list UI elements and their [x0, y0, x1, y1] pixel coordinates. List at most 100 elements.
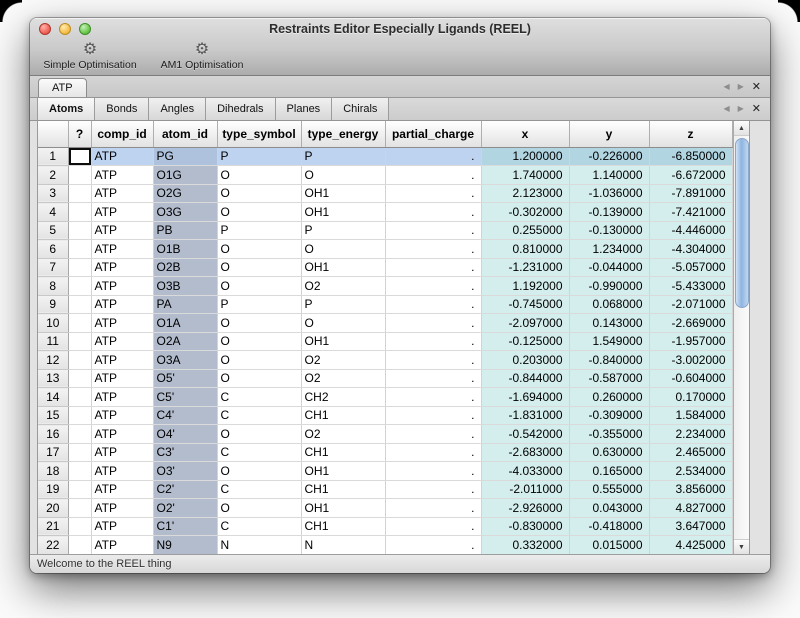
row-number[interactable]: 20: [38, 499, 68, 518]
cell-type_symbol[interactable]: O: [217, 277, 301, 296]
cell-z[interactable]: -7.421000: [649, 203, 732, 222]
cell-x[interactable]: 0.203000: [481, 351, 569, 370]
cell-y[interactable]: -0.587000: [569, 369, 649, 388]
cell-comp_id[interactable]: ATP: [91, 166, 153, 185]
column-header-type_energy[interactable]: type_energy: [301, 121, 385, 147]
cell-x[interactable]: 1.740000: [481, 166, 569, 185]
cell-x[interactable]: -2.011000: [481, 480, 569, 499]
cell-partial_charge[interactable]: .: [385, 277, 481, 296]
column-header-q[interactable]: ?: [68, 121, 91, 147]
cell-type_energy[interactable]: OH1: [301, 462, 385, 481]
row-number[interactable]: 14: [38, 388, 68, 407]
cell-y[interactable]: -0.840000: [569, 351, 649, 370]
cell-type_symbol[interactable]: C: [217, 517, 301, 536]
cell-z[interactable]: -0.604000: [649, 369, 732, 388]
cell-y[interactable]: 0.068000: [569, 295, 649, 314]
cell-type_symbol[interactable]: C: [217, 406, 301, 425]
cell-y[interactable]: -0.139000: [569, 203, 649, 222]
close-window-button[interactable]: [39, 23, 51, 35]
cell-q[interactable]: [68, 499, 91, 518]
cell-atom_id[interactable]: O3': [153, 462, 217, 481]
cell-atom_id[interactable]: O3G: [153, 203, 217, 222]
cell-comp_id[interactable]: ATP: [91, 184, 153, 203]
close-tab-icon[interactable]: ✕: [752, 81, 761, 93]
cell-q[interactable]: [68, 388, 91, 407]
cell-z[interactable]: 3.856000: [649, 480, 732, 499]
cell-type_symbol[interactable]: O: [217, 425, 301, 444]
row-number[interactable]: 6: [38, 240, 68, 259]
row-number[interactable]: 19: [38, 480, 68, 499]
cell-y[interactable]: 1.549000: [569, 332, 649, 351]
cell-z[interactable]: 1.584000: [649, 406, 732, 425]
cell-partial_charge[interactable]: .: [385, 351, 481, 370]
column-header-y[interactable]: y: [569, 121, 649, 147]
cell-z[interactable]: -7.891000: [649, 184, 732, 203]
cell-y[interactable]: -0.309000: [569, 406, 649, 425]
cell-type_symbol[interactable]: O: [217, 240, 301, 259]
cell-comp_id[interactable]: ATP: [91, 443, 153, 462]
cell-partial_charge[interactable]: .: [385, 536, 481, 555]
cell-atom_id[interactable]: PG: [153, 147, 217, 166]
cell-q[interactable]: [68, 351, 91, 370]
cell-type_energy[interactable]: O: [301, 166, 385, 185]
cell-comp_id[interactable]: ATP: [91, 369, 153, 388]
cell-type_energy[interactable]: OH1: [301, 184, 385, 203]
cell-comp_id[interactable]: ATP: [91, 295, 153, 314]
cell-z[interactable]: 4.425000: [649, 536, 732, 555]
cell-q[interactable]: [68, 517, 91, 536]
cell-atom_id[interactable]: O2A: [153, 332, 217, 351]
cell-partial_charge[interactable]: .: [385, 314, 481, 333]
row-number[interactable]: 1: [38, 147, 68, 166]
cell-z[interactable]: -2.071000: [649, 295, 732, 314]
cell-y[interactable]: 1.140000: [569, 166, 649, 185]
cell-type_symbol[interactable]: O: [217, 184, 301, 203]
cell-type_symbol[interactable]: C: [217, 443, 301, 462]
cell-q[interactable]: [68, 406, 91, 425]
cell-atom_id[interactable]: O2G: [153, 184, 217, 203]
row-number[interactable]: 22: [38, 536, 68, 555]
cell-comp_id[interactable]: ATP: [91, 480, 153, 499]
cell-y[interactable]: 0.630000: [569, 443, 649, 462]
row-number[interactable]: 21: [38, 517, 68, 536]
row-number[interactable]: 12: [38, 351, 68, 370]
cell-y[interactable]: 0.555000: [569, 480, 649, 499]
cell-partial_charge[interactable]: .: [385, 332, 481, 351]
cell-q[interactable]: [68, 425, 91, 444]
row-number[interactable]: 18: [38, 462, 68, 481]
cell-q[interactable]: [68, 332, 91, 351]
tab-dihedrals[interactable]: Dihedrals: [206, 98, 275, 120]
cell-z[interactable]: -4.446000: [649, 221, 732, 240]
cell-x[interactable]: -0.830000: [481, 517, 569, 536]
cell-type_symbol[interactable]: O: [217, 499, 301, 518]
cell-atom_id[interactable]: PA: [153, 295, 217, 314]
cell-type_energy[interactable]: CH2: [301, 388, 385, 407]
cell-comp_id[interactable]: ATP: [91, 332, 153, 351]
cell-atom_id[interactable]: O4': [153, 425, 217, 444]
cell-q[interactable]: [68, 314, 91, 333]
row-number[interactable]: 17: [38, 443, 68, 462]
cell-x[interactable]: -1.694000: [481, 388, 569, 407]
cell-x[interactable]: -2.683000: [481, 443, 569, 462]
cell-type_energy[interactable]: O2: [301, 351, 385, 370]
cell-comp_id[interactable]: ATP: [91, 351, 153, 370]
cell-x[interactable]: 0.255000: [481, 221, 569, 240]
cell-y[interactable]: 1.234000: [569, 240, 649, 259]
column-header-x[interactable]: x: [481, 121, 569, 147]
cell-z[interactable]: -1.957000: [649, 332, 732, 351]
cell-x[interactable]: 0.332000: [481, 536, 569, 555]
cell-type_energy[interactable]: CH1: [301, 443, 385, 462]
cell-z[interactable]: -6.672000: [649, 166, 732, 185]
scroll-up-button[interactable]: ▲: [734, 121, 750, 136]
cell-z[interactable]: -5.057000: [649, 258, 732, 277]
cell-partial_charge[interactable]: .: [385, 480, 481, 499]
cell-type_symbol[interactable]: P: [217, 221, 301, 240]
cell-type_energy[interactable]: O2: [301, 277, 385, 296]
cell-z[interactable]: -2.669000: [649, 314, 732, 333]
cell-partial_charge[interactable]: .: [385, 517, 481, 536]
scroll-tabs-right-icon[interactable]: ▶: [738, 104, 744, 114]
cell-z[interactable]: 4.827000: [649, 499, 732, 518]
cell-type_energy[interactable]: OH1: [301, 499, 385, 518]
cell-atom_id[interactable]: C5': [153, 388, 217, 407]
scroll-down-button[interactable]: ▼: [734, 539, 750, 554]
row-number[interactable]: 8: [38, 277, 68, 296]
